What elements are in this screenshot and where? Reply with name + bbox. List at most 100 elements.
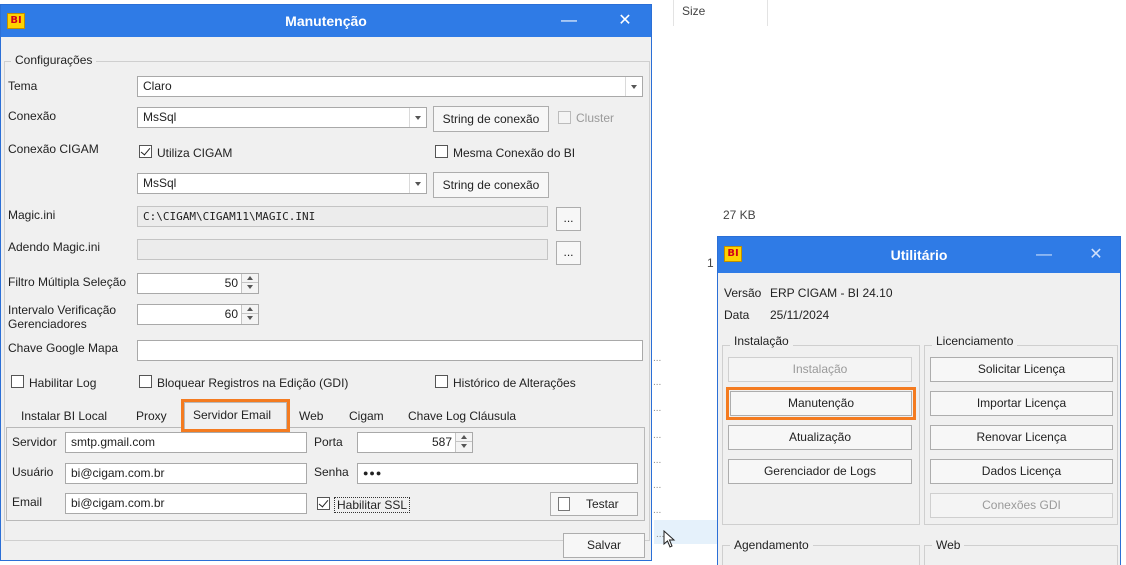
spin-buttons[interactable]: [241, 305, 258, 324]
spin-buttons[interactable]: [241, 274, 258, 293]
conexao-cigam-string-button[interactable]: String de conexão: [433, 172, 549, 198]
intervalo-label-line2: Gerenciadores: [8, 317, 87, 331]
spin-up-icon[interactable]: [456, 433, 472, 442]
solicitar-licenca-button[interactable]: Solicitar Licença: [930, 357, 1113, 382]
minimize-icon[interactable]: —: [549, 5, 589, 37]
filtro-multipla-label: Filtro Múltipla Seleção: [8, 275, 127, 289]
spin-down-icon[interactable]: [242, 314, 258, 323]
column-separator: [673, 0, 674, 26]
background-ellipsis: ...: [653, 377, 662, 388]
salvar-button[interactable]: Salvar: [563, 533, 645, 558]
instalacao-legend: Instalação: [730, 334, 793, 348]
tab-servidor-email[interactable]: Servidor Email: [181, 399, 290, 432]
servidor-input[interactable]: smtp.gmail.com: [65, 432, 307, 453]
filtro-multipla-stepper[interactable]: 50: [137, 273, 259, 294]
porta-label: Porta: [314, 435, 343, 449]
adendo-magic-browse-button[interactable]: ...: [556, 241, 581, 265]
licenciamento-legend: Licenciamento: [932, 334, 1018, 348]
intervalo-stepper[interactable]: 60: [137, 304, 259, 325]
utility-window: BI Utilitário — ✕ Versão ERP CIGAM - BI …: [717, 236, 1121, 565]
porta-value: 587: [431, 435, 452, 449]
dados-licenca-button[interactable]: Dados Licença: [930, 459, 1113, 484]
conexoes-gdi-button[interactable]: Conexões GDI: [930, 493, 1113, 518]
background-ellipsis: ...: [653, 455, 662, 466]
renovar-licenca-button[interactable]: Renovar Licença: [930, 425, 1113, 450]
email-label: Email: [12, 495, 43, 509]
chevron-down-icon[interactable]: [625, 77, 642, 96]
tab-proxy[interactable]: Proxy: [136, 409, 167, 423]
testar-button[interactable]: Testar: [550, 492, 638, 516]
configuracoes-legend: Configurações: [11, 53, 97, 67]
adendo-magic-field[interactable]: [137, 239, 548, 260]
tab-chave-log-clausula[interactable]: Chave Log Cláusula: [408, 409, 516, 423]
tab-instalar-bi-local[interactable]: Instalar BI Local: [21, 409, 107, 423]
usuario-label: Usuário: [12, 465, 54, 479]
porta-stepper[interactable]: 587: [357, 432, 473, 453]
tema-dropdown[interactable]: Claro: [137, 76, 643, 97]
background-ellipsis: ...: [653, 403, 662, 414]
importar-licenca-button[interactable]: Importar Licença: [930, 391, 1113, 416]
data-label: Data: [724, 308, 750, 322]
mesma-conexao-label: Mesma Conexão do BI: [453, 146, 576, 160]
spin-down-icon[interactable]: [456, 442, 472, 451]
adendo-magic-label: Adendo Magic.ini: [8, 240, 101, 254]
conexao-label: Conexão: [8, 109, 57, 123]
chevron-down-icon[interactable]: [409, 174, 426, 193]
cluster-checkbox[interactable]: [558, 111, 571, 124]
bloquear-registros-label: Bloquear Registros na Edição (GDI): [157, 376, 349, 390]
chave-google-label: Chave Google Mapa: [8, 341, 119, 355]
column-separator: [767, 0, 768, 26]
manutencao-button[interactable]: Manutenção: [726, 387, 916, 420]
gerenciador-logs-button[interactable]: Gerenciador de Logs: [728, 459, 912, 484]
spin-up-icon[interactable]: [242, 274, 258, 283]
tema-value: Claro: [143, 79, 172, 93]
spin-buttons[interactable]: [455, 433, 472, 452]
size-column-header[interactable]: Size: [682, 4, 705, 18]
historico-label: Histórico de Alterações: [453, 376, 576, 390]
file-size-value: 27 KB: [723, 208, 756, 222]
conexao-dropdown[interactable]: MsSql: [137, 107, 427, 128]
chevron-down-icon[interactable]: [409, 108, 426, 127]
usuario-input[interactable]: bi@cigam.com.br: [65, 463, 307, 484]
background-ellipsis: ...: [653, 430, 662, 441]
spin-up-icon[interactable]: [242, 305, 258, 314]
senha-input[interactable]: ●●●: [357, 463, 638, 484]
conexao-value: MsSql: [143, 110, 177, 124]
habilitar-log-checkbox[interactable]: [11, 375, 24, 388]
conexao-cigam-label: Conexão CIGAM: [8, 142, 99, 156]
habilitar-ssl-checkbox[interactable]: [317, 497, 330, 510]
utiliza-cigam-label: Utiliza CIGAM: [157, 146, 233, 160]
utility-titlebar[interactable]: BI Utilitário — ✕: [718, 237, 1120, 273]
email-input[interactable]: bi@cigam.com.br: [65, 493, 307, 514]
mesma-conexao-checkbox[interactable]: [435, 145, 448, 158]
maintenance-titlebar[interactable]: BI Manutenção — ✕: [1, 5, 651, 37]
atualizacao-button[interactable]: Atualização: [728, 425, 912, 450]
chave-google-input[interactable]: [137, 340, 643, 361]
conexao-cigam-dropdown[interactable]: MsSql: [137, 173, 427, 194]
background-ellipsis: ...: [653, 505, 662, 516]
close-icon[interactable]: ✕: [1076, 237, 1116, 273]
close-icon[interactable]: ✕: [605, 5, 645, 37]
instalacao-button[interactable]: Instalação: [728, 357, 912, 382]
filtro-multipla-value: 50: [224, 276, 238, 290]
habilitar-log-label: Habilitar Log: [29, 376, 97, 390]
conexao-cigam-value: MsSql: [143, 176, 177, 190]
conexao-string-button[interactable]: String de conexão: [433, 106, 549, 132]
tab-cigam[interactable]: Cigam: [349, 409, 384, 423]
intervalo-value: 60: [224, 307, 238, 321]
data-value: 25/11/2024: [770, 308, 830, 322]
magic-ini-field[interactable]: C:\CIGAM\CIGAM11\MAGIC.INI: [137, 206, 548, 227]
spin-down-icon[interactable]: [242, 283, 258, 292]
testar-label: Testar: [586, 497, 619, 511]
magic-ini-label: Magic.ini: [8, 208, 56, 222]
utiliza-cigam-checkbox[interactable]: [139, 145, 152, 158]
habilitar-ssl-label: Habilitar SSL: [334, 497, 411, 513]
magic-ini-browse-button[interactable]: ...: [556, 207, 581, 231]
bloquear-registros-checkbox[interactable]: [139, 375, 152, 388]
background-ellipsis: ...: [653, 480, 662, 491]
historico-checkbox[interactable]: [435, 375, 448, 388]
background-ellipsis: ...: [653, 353, 662, 364]
minimize-icon[interactable]: —: [1024, 237, 1064, 273]
servidor-label: Servidor: [12, 435, 57, 449]
tab-web[interactable]: Web: [299, 409, 323, 423]
